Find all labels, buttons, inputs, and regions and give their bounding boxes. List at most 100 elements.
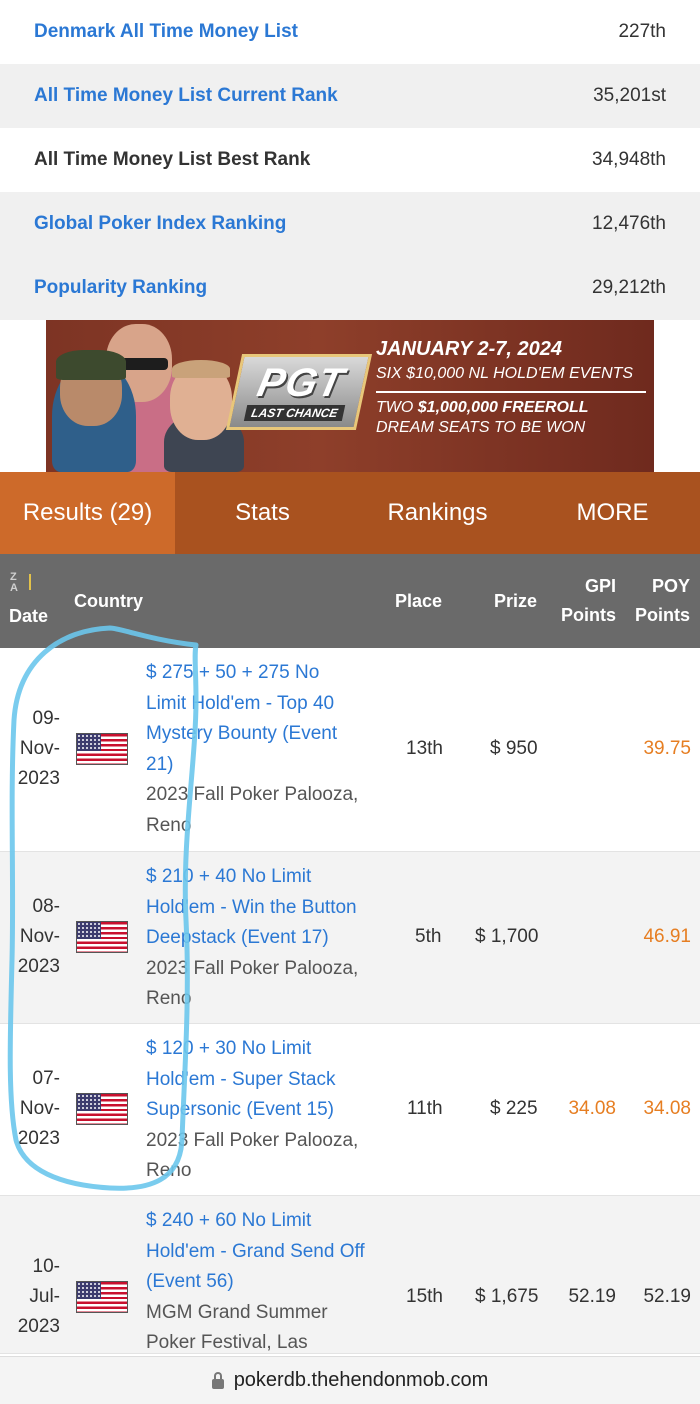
flag-canton xyxy=(77,1282,101,1299)
date-part: Nov- xyxy=(19,738,60,759)
banner-line: DREAM SEATS TO BE WON xyxy=(376,419,586,436)
ranking-row[interactable]: All Time Money List Current Rank 35,201s… xyxy=(0,64,700,128)
event-link[interactable]: Deepstack (Event 17) xyxy=(146,923,386,954)
ranking-row[interactable]: Popularity Ranking 29,212th xyxy=(0,256,700,320)
poy-header-line: Points xyxy=(634,605,690,625)
results-table-header: Z A Date Country Place Prize GPI Points … xyxy=(0,554,700,648)
pgt-logo: PGT LAST CHANCE xyxy=(225,354,373,430)
result-poy-points: 34.08 xyxy=(643,1098,691,1119)
poy-header-line: POY xyxy=(651,576,690,596)
column-header-gpi[interactable]: GPI Points xyxy=(558,576,616,626)
result-event: $ 210 + 40 No Limit Hold'em - Win the Bu… xyxy=(146,862,386,1015)
date-part: 2023 xyxy=(17,956,60,977)
url-text[interactable]: pokerdb.thehendonmob.com xyxy=(234,1369,489,1392)
tab-results[interactable]: Results (29) xyxy=(0,472,175,554)
result-date: 09- Nov- 2023 xyxy=(8,704,60,794)
result-prize: $ 1,675 xyxy=(475,1286,539,1307)
event-link[interactable]: $ 210 + 40 No Limit xyxy=(146,862,386,893)
date-part: Nov- xyxy=(19,1098,60,1119)
rankings-list: Denmark All Time Money List 227th All Ti… xyxy=(0,0,700,320)
result-gpi-points: 52.19 xyxy=(568,1286,616,1307)
result-gpi-points: 34.08 xyxy=(568,1098,616,1119)
banner-container: PGT LAST CHANCE JANUARY 2-7, 2024 SIX $1… xyxy=(0,320,700,472)
pgt-banner-ad[interactable]: PGT LAST CHANCE JANUARY 2-7, 2024 SIX $1… xyxy=(46,320,654,472)
table-row: 07- Nov- 2023 $ 120 + 30 No Limit Hold'e… xyxy=(0,1024,700,1196)
event-link[interactable]: $ 120 + 30 No Limit xyxy=(146,1034,386,1065)
pgt-logo-text: PGT xyxy=(253,361,349,405)
sort-letter: A xyxy=(10,582,18,594)
ranking-label-link[interactable]: Popularity Ranking xyxy=(34,277,207,299)
ranking-value: 12,476th xyxy=(592,213,666,234)
tab-rankings[interactable]: Rankings xyxy=(350,472,525,554)
flag-canton xyxy=(77,922,101,939)
us-flag-icon xyxy=(76,921,128,953)
event-link[interactable]: $ 275 + 50 + 275 No xyxy=(146,658,386,689)
profile-tabs: Results (29) Stats Rankings MORE xyxy=(0,472,700,554)
event-venue: Reno xyxy=(146,988,192,1009)
date-part: 2023 xyxy=(17,1316,60,1337)
ranking-row[interactable]: Global Poker Index Ranking 12,476th xyxy=(0,192,700,256)
column-header-poy[interactable]: POY Points xyxy=(632,576,690,626)
result-place: 11th xyxy=(407,1098,443,1119)
event-venue: 2023 Fall Poker Palooza, xyxy=(146,1129,359,1151)
banner-line-text: TWO xyxy=(376,399,414,416)
event-venue: Poker Festival, Las xyxy=(146,1332,308,1353)
browser-url-bar[interactable]: pokerdb.thehendonmob.com xyxy=(0,1356,700,1404)
banner-date: JANUARY 2-7, 2024 xyxy=(376,338,563,360)
result-place: 13th xyxy=(406,738,443,759)
gpi-header-line: Points xyxy=(560,605,616,625)
event-venue: Reno xyxy=(146,1160,192,1181)
event-venue: 2023 Fall Poker Palooza, xyxy=(146,957,359,979)
column-header-country[interactable]: Country xyxy=(74,591,143,612)
date-part: 07- xyxy=(32,1068,60,1089)
lock-icon xyxy=(211,1371,224,1389)
event-link[interactable]: 21) xyxy=(146,750,386,781)
event-link[interactable]: Mystery Bounty (Event xyxy=(146,719,386,750)
gpi-header-line: GPI xyxy=(584,576,616,596)
event-link[interactable]: $ 240 + 60 No Limit xyxy=(146,1206,386,1237)
result-poy-points: 52.19 xyxy=(643,1286,691,1307)
column-header-date[interactable]: Date xyxy=(9,606,48,627)
event-link[interactable]: (Event 56) xyxy=(146,1267,386,1298)
result-event: $ 240 + 60 No Limit Hold'em - Grand Send… xyxy=(146,1206,386,1359)
tab-more[interactable]: MORE xyxy=(525,472,700,554)
ranking-label-link[interactable]: All Time Money List Current Rank xyxy=(34,85,338,107)
event-link[interactable]: Hold'em - Super Stack xyxy=(146,1065,386,1096)
result-date: 08- Nov- 2023 xyxy=(8,892,60,982)
ranking-value: 227th xyxy=(618,21,666,42)
event-link[interactable]: Limit Hold'em - Top 40 xyxy=(146,689,386,720)
banner-player-image xyxy=(56,350,126,380)
ranking-value: 35,201st xyxy=(593,85,666,106)
result-event: $ 120 + 30 No Limit Hold'em - Super Stac… xyxy=(146,1034,386,1187)
us-flag-icon xyxy=(76,733,128,765)
date-part: Nov- xyxy=(19,926,60,947)
date-part: 08- xyxy=(32,896,60,917)
event-link[interactable]: Hold'em - Grand Send Off xyxy=(146,1237,386,1268)
ranking-label: All Time Money List Best Rank xyxy=(34,149,311,170)
ranking-label-link[interactable]: Denmark All Time Money List xyxy=(34,21,298,43)
pgt-logo-subtitle: LAST CHANCE xyxy=(243,405,346,421)
event-link[interactable]: Supersonic (Event 15) xyxy=(146,1095,386,1126)
banner-player-image xyxy=(172,360,230,378)
sort-za-icon[interactable]: Z A xyxy=(10,572,36,596)
banner-line: TWO $1,000,000 FREEROLL xyxy=(376,399,646,417)
table-row: 09- Nov- 2023 $ 275 + 50 + 275 No Limit … xyxy=(0,648,700,852)
flag-canton xyxy=(77,734,101,751)
banner-text: JANUARY 2-7, 2024 SIX $10,000 NL HOLD'EM… xyxy=(376,338,646,437)
us-flag-icon xyxy=(76,1093,128,1125)
result-poy-points: 39.75 xyxy=(643,738,691,759)
column-header-place[interactable]: Place xyxy=(395,591,442,612)
ranking-label-link[interactable]: Global Poker Index Ranking xyxy=(34,213,286,235)
tab-stats[interactable]: Stats xyxy=(175,472,350,554)
ranking-row[interactable]: Denmark All Time Money List 227th xyxy=(0,0,700,64)
date-part: 2023 xyxy=(17,768,60,789)
date-part: 09- xyxy=(32,708,60,729)
sort-bar xyxy=(29,574,31,590)
event-venue: MGM Grand Summer xyxy=(146,1301,328,1323)
event-venue: Reno xyxy=(146,814,192,836)
column-header-prize[interactable]: Prize xyxy=(494,591,537,612)
flag-canton xyxy=(77,1094,101,1111)
event-link[interactable]: Hold'em - Win the Button xyxy=(146,893,386,924)
date-part: 2023 xyxy=(17,1128,60,1149)
result-prize: $ 1,700 xyxy=(475,926,539,947)
